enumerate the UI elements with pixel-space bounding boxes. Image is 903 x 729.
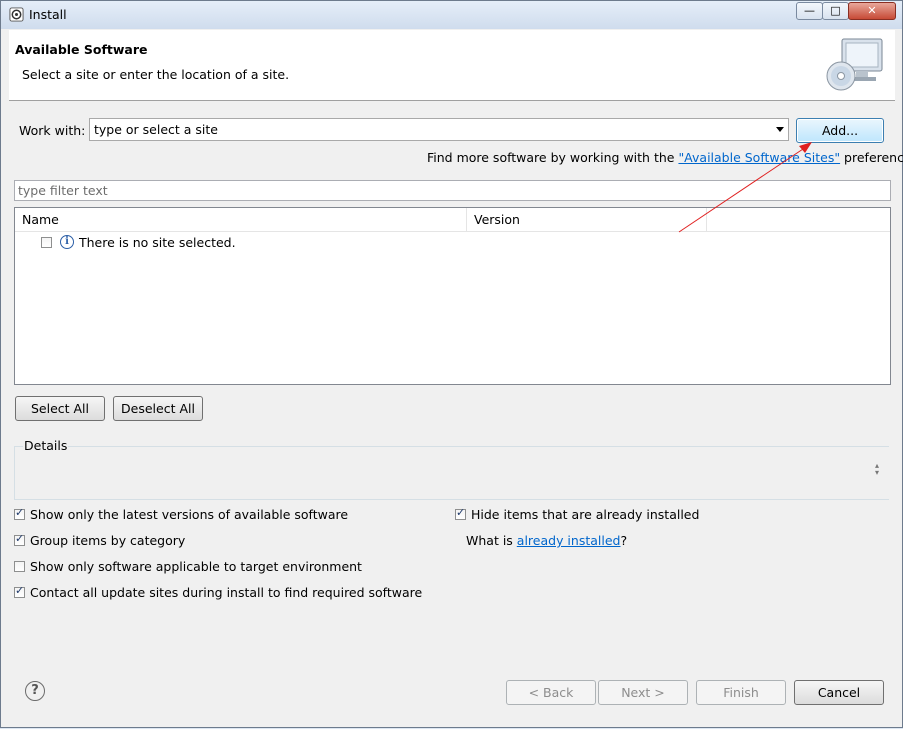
hide-installed-checkbox[interactable]: [455, 506, 466, 520]
close-button[interactable]: ✕: [848, 2, 896, 20]
row-checkbox[interactable]: [41, 237, 52, 248]
eclipse-app-icon: [9, 7, 24, 22]
add-button[interactable]: Add...: [796, 118, 884, 143]
chevron-down-icon[interactable]: [776, 127, 784, 132]
what-is-prefix: What is: [466, 533, 517, 548]
latest-versions-label: Show only the latest versions of availab…: [30, 507, 349, 522]
title-bar[interactable]: Install — □ ✕: [1, 1, 902, 29]
spin-down-icon[interactable]: ▾: [875, 469, 879, 477]
find-more-text: Find more software by working with the "…: [427, 150, 903, 165]
wizard-banner: Available Software Select a site or ente…: [9, 30, 895, 101]
group-by-category-label: Group items by category: [30, 533, 186, 548]
details-text-area[interactable]: [17, 447, 889, 499]
page-title: Available Software: [15, 42, 148, 57]
table-header: Name Version: [15, 208, 890, 232]
what-is-suffix: ?: [620, 533, 628, 548]
contact-update-sites-checkbox[interactable]: [14, 584, 25, 598]
empty-message: There is no site selected.: [79, 235, 236, 250]
next-button[interactable]: Next >: [598, 680, 688, 705]
latest-versions-checkbox[interactable]: [14, 506, 25, 520]
maximize-button[interactable]: □: [822, 2, 849, 20]
already-installed-link[interactable]: already installed: [517, 533, 621, 548]
target-environment-label: Show only software applicable to target …: [30, 559, 362, 574]
help-icon[interactable]: ?: [25, 681, 45, 701]
column-header-name[interactable]: Name: [15, 208, 467, 231]
back-button[interactable]: < Back: [506, 680, 596, 705]
install-dialog: Install — □ ✕ Available Software Select …: [0, 0, 903, 728]
what-is-installed-text: What is already installed?: [466, 533, 627, 548]
group-by-category-checkbox[interactable]: [14, 532, 25, 546]
contact-update-sites-label: Contact all update sites during install …: [30, 585, 423, 600]
page-description: Select a site or enter the location of a…: [22, 67, 290, 82]
hide-installed-label: Hide items that are already installed: [471, 507, 700, 522]
cancel-button[interactable]: Cancel: [794, 680, 884, 705]
info-icon: i: [60, 235, 74, 249]
work-with-value: type or select a site: [94, 122, 218, 137]
column-header-version[interactable]: Version: [467, 208, 707, 231]
find-more-prefix: Find more software by working with the: [427, 150, 679, 165]
details-title: Details: [23, 438, 69, 453]
select-all-button[interactable]: Select All: [15, 396, 105, 421]
find-more-suffix: preferences.: [844, 150, 903, 165]
details-scroll-spinner[interactable]: ▴ ▾: [875, 462, 879, 477]
target-environment-checkbox[interactable]: [14, 561, 25, 572]
finish-button[interactable]: Finish: [696, 680, 786, 705]
monitor-cd-icon: [826, 38, 883, 91]
deselect-all-button[interactable]: Deselect All: [113, 396, 203, 421]
software-table[interactable]: Name Version i There is no site selected…: [14, 207, 891, 385]
filter-input[interactable]: type filter text: [14, 180, 891, 201]
available-software-sites-link[interactable]: "Available Software Sites": [678, 150, 840, 165]
work-with-label: Work with:: [19, 123, 86, 138]
window-title: Install: [29, 7, 67, 22]
details-group: [14, 446, 889, 500]
minimize-button[interactable]: —: [796, 2, 823, 20]
work-with-combo[interactable]: type or select a site: [89, 118, 789, 141]
filter-placeholder: type filter text: [18, 183, 108, 198]
